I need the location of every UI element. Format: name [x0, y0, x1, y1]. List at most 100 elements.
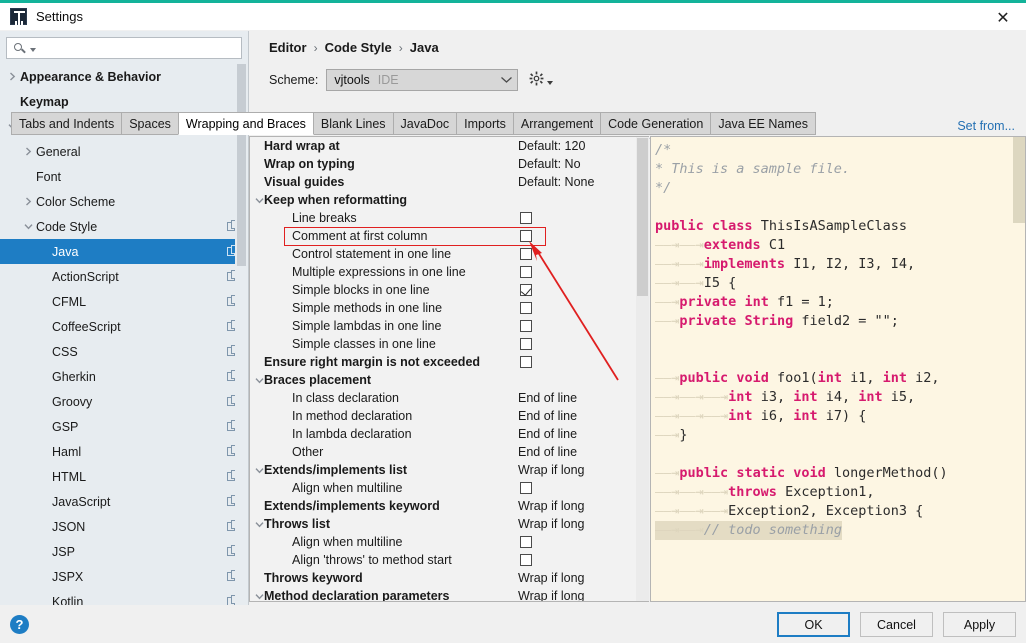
chevron-down-icon[interactable]	[252, 376, 266, 385]
setting-row[interactable]: Line breaks	[250, 209, 649, 227]
search-box[interactable]	[6, 37, 242, 59]
setting-row[interactable]: Simple methods in one line	[250, 299, 649, 317]
setting-checkbox[interactable]	[520, 302, 532, 314]
sidebar-item-cfml[interactable]: CFML	[0, 289, 248, 314]
chevron-down-icon[interactable]	[252, 196, 266, 205]
setting-row[interactable]: Comment at first column	[250, 227, 649, 245]
setting-checkbox[interactable]	[520, 212, 532, 224]
code-preview-panel[interactable]: /* * This is a sample file. */ public clas…	[650, 136, 1026, 602]
cancel-button[interactable]: Cancel	[860, 612, 933, 637]
sidebar-item-color-scheme[interactable]: Color Scheme	[0, 189, 248, 214]
tab-javadoc[interactable]: JavaDoc	[392, 112, 458, 135]
sidebar-item-gherkin[interactable]: Gherkin	[0, 364, 248, 389]
setting-checkbox[interactable]	[520, 266, 532, 278]
setting-value[interactable]: End of line	[518, 427, 577, 441]
setting-checkbox[interactable]	[520, 554, 532, 566]
setting-row[interactable]: Ensure right margin is not exceeded	[250, 353, 649, 371]
scheme-select[interactable]: vjtools IDE	[326, 69, 519, 91]
sidebar-tree[interactable]: Appearance & BehaviorKeymapEditorGeneral…	[0, 64, 248, 605]
close-icon[interactable]: ✕	[980, 3, 1026, 32]
setting-value[interactable]: Wrap if long	[518, 499, 584, 513]
setting-value[interactable]: Default: No	[518, 157, 581, 171]
setting-value[interactable]: Default: 120	[518, 139, 585, 153]
setting-checkbox[interactable]	[520, 284, 532, 296]
chevron-right-icon[interactable]	[4, 64, 20, 89]
settings-scrollbar-thumb[interactable]	[637, 138, 648, 296]
setting-row[interactable]: Braces placement	[250, 371, 649, 389]
sidebar-item-json[interactable]: JSON	[0, 514, 248, 539]
sidebar-item-appearance-behavior[interactable]: Appearance & Behavior	[0, 64, 248, 89]
sidebar-scrollbar[interactable]	[235, 64, 248, 605]
setting-checkbox[interactable]	[520, 248, 532, 260]
sidebar-item-haml[interactable]: Haml	[0, 439, 248, 464]
setting-row[interactable]: Extends/implements keyword Wrap if long	[250, 497, 649, 515]
setting-value[interactable]: Wrap if long	[518, 463, 584, 477]
setting-checkbox[interactable]	[520, 320, 532, 332]
setting-value[interactable]: Wrap if long	[518, 589, 584, 601]
setting-value[interactable]: End of line	[518, 445, 577, 459]
settings-scrollbar[interactable]	[636, 136, 649, 602]
chevron-down-icon[interactable]	[252, 466, 266, 475]
tab-arrangement[interactable]: Arrangement	[512, 112, 602, 135]
sidebar-scrollbar-thumb[interactable]	[237, 64, 246, 266]
tab-wrapping-and-braces[interactable]: Wrapping and Braces	[177, 112, 314, 135]
setting-value[interactable]: End of line	[518, 391, 577, 405]
tab-spaces[interactable]: Spaces	[121, 112, 179, 135]
setting-row[interactable]: Visual guides Default: None	[250, 173, 649, 191]
setting-value[interactable]: Default: None	[518, 175, 594, 189]
setting-row[interactable]: Control statement in one line	[250, 245, 649, 263]
tab-tabs-and-indents[interactable]: Tabs and Indents	[11, 112, 123, 135]
setting-checkbox[interactable]	[520, 338, 532, 350]
sidebar-item-jsp[interactable]: JSP	[0, 539, 248, 564]
setting-row[interactable]: In lambda declaration End of line	[250, 425, 649, 443]
setting-row[interactable]: Hard wrap at Default: 120	[250, 137, 649, 155]
setting-row[interactable]: Method declaration parameters Wrap if lon…	[250, 587, 649, 601]
setting-value[interactable]: End of line	[518, 409, 577, 423]
sidebar-item-font[interactable]: Font	[0, 164, 248, 189]
scheme-settings-button[interactable]	[529, 71, 554, 89]
setting-row[interactable]: Keep when reformatting	[250, 191, 649, 209]
setting-row[interactable]: Align when multiline	[250, 479, 649, 497]
setting-row[interactable]: Throws keyword Wrap if long	[250, 569, 649, 587]
setting-row[interactable]: Simple lambdas in one line	[250, 317, 649, 335]
setting-checkbox[interactable]	[520, 230, 532, 242]
setting-checkbox[interactable]	[520, 482, 532, 494]
setting-row[interactable]: Other End of line	[250, 443, 649, 461]
preview-scrollbar[interactable]	[1013, 137, 1025, 601]
ok-button[interactable]: OK	[777, 612, 850, 637]
setting-row[interactable]: Simple blocks in one line	[250, 281, 649, 299]
setting-row[interactable]: Simple classes in one line	[250, 335, 649, 353]
tab-imports[interactable]: Imports	[456, 112, 514, 135]
sidebar-item-html[interactable]: HTML	[0, 464, 248, 489]
help-button[interactable]: ?	[10, 615, 29, 634]
chevron-down-icon[interactable]	[252, 520, 266, 529]
sidebar-item-jspx[interactable]: JSPX	[0, 564, 248, 589]
setting-row[interactable]: Multiple expressions in one line	[250, 263, 649, 281]
chevron-down-icon[interactable]	[20, 214, 36, 239]
sidebar-item-code-style[interactable]: Code Style	[0, 214, 248, 239]
sidebar-item-kotlin[interactable]: Kotlin	[0, 589, 248, 605]
setting-row[interactable]: Throws list Wrap if long	[250, 515, 649, 533]
chevron-right-icon[interactable]	[20, 139, 36, 164]
setting-value[interactable]: Wrap if long	[518, 571, 584, 585]
apply-button[interactable]: Apply	[943, 612, 1016, 637]
setting-row[interactable]: Align when multiline	[250, 533, 649, 551]
sidebar-item-general[interactable]: General	[0, 139, 248, 164]
sidebar-item-java[interactable]: Java	[0, 239, 248, 264]
sidebar-item-javascript[interactable]: JavaScript	[0, 489, 248, 514]
setting-row[interactable]: Align 'throws' to method start	[250, 551, 649, 569]
sidebar-item-css[interactable]: CSS	[0, 339, 248, 364]
sidebar-item-keymap[interactable]: Keymap	[0, 89, 248, 114]
setting-value[interactable]: Wrap if long	[518, 517, 584, 531]
wrapping-and-braces-options[interactable]: Hard wrap at Default: 120 Wrap on typing De…	[249, 136, 649, 602]
tab-java-ee-names[interactable]: Java EE Names	[710, 112, 816, 135]
setting-row[interactable]: In class declaration End of line	[250, 389, 649, 407]
chevron-down-icon[interactable]	[252, 592, 266, 601]
setting-checkbox[interactable]	[520, 536, 532, 548]
setting-row[interactable]: Extends/implements list Wrap if long	[250, 461, 649, 479]
setting-checkbox[interactable]	[520, 356, 532, 368]
preview-scrollbar-thumb[interactable]	[1013, 137, 1025, 223]
setting-row[interactable]: Wrap on typing Default: No	[250, 155, 649, 173]
search-input[interactable]	[36, 40, 237, 56]
sidebar-item-actionscript[interactable]: ActionScript	[0, 264, 248, 289]
